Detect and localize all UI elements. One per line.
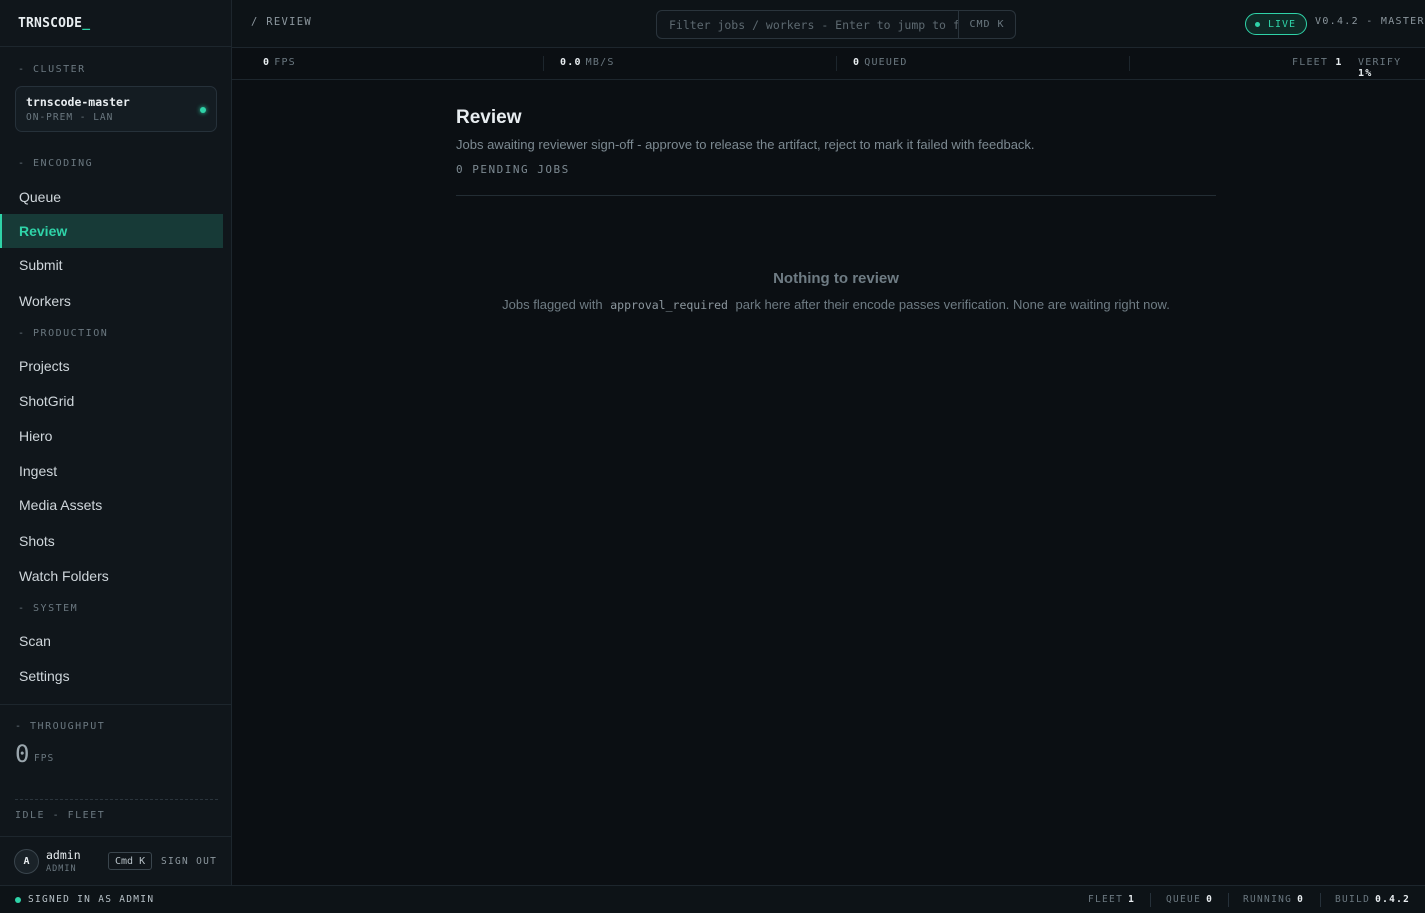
- cluster-location: ON-PREM - LAN: [26, 112, 114, 123]
- sidebar-item-queue[interactable]: Queue: [0, 180, 223, 214]
- content-divider: [456, 195, 1216, 196]
- empty-text-before: Jobs flagged with: [502, 297, 603, 312]
- sidebar-item-label: Queue: [19, 189, 62, 205]
- cluster-name: trnscode-master: [26, 95, 130, 109]
- stat-fps: 0 FPS: [263, 57, 296, 68]
- user-role: ADMIN: [46, 864, 77, 874]
- signed-in-dot-icon: [15, 897, 21, 903]
- stat-mbps: 0.0 MB/S: [560, 57, 615, 68]
- cluster-selector[interactable]: trnscode-master ON-PREM - LAN: [15, 86, 217, 132]
- stat-verify: VERIFY 1%: [1358, 57, 1402, 79]
- command-palette-shortcut[interactable]: Cmd K: [108, 852, 153, 870]
- stat-fleet: FLEET 1: [1292, 57, 1343, 68]
- stat-queued: 0 QUEUED: [853, 57, 908, 68]
- sidebar-item-media-assets[interactable]: Media Assets: [0, 488, 223, 522]
- footer-running: RUNNING 0: [1243, 894, 1305, 905]
- stat-divider: [1129, 56, 1130, 71]
- sidebar-item-workers[interactable]: Workers: [0, 284, 223, 318]
- sidebar-item-submit[interactable]: Submit: [0, 248, 223, 282]
- top-bar: / REVIEW CMD K LIVE V0.4.2 - MASTER: [232, 0, 1425, 48]
- pending-count: 0 PENDING JOBS: [456, 163, 570, 176]
- status-bar: SIGNED IN AS ADMIN FLEET 1 QUEUE 0 RUNNING…: [0, 885, 1425, 913]
- fleet-status: IDLE - FLEET: [15, 810, 106, 821]
- breadcrumb: / REVIEW: [251, 16, 312, 28]
- sidebar-item-label: Hiero: [19, 428, 53, 444]
- user-panel: A admin ADMIN Cmd K SIGN OUT: [0, 836, 231, 885]
- throughput-unit: FPS: [34, 753, 55, 764]
- search-shortcut: CMD K: [958, 11, 1015, 38]
- cluster-status-dot-icon: [200, 107, 206, 113]
- sidebar-item-shots[interactable]: Shots: [0, 524, 223, 558]
- signed-in-status: SIGNED IN AS ADMIN: [28, 894, 155, 905]
- user-name: admin: [46, 848, 81, 862]
- section-cluster-label: - CLUSTER: [18, 64, 86, 75]
- sidebar-item-projects[interactable]: Projects: [0, 349, 223, 383]
- sidebar-item-label: ShotGrid: [19, 393, 75, 409]
- footer-fleet: FLEET 1: [1088, 894, 1136, 905]
- sidebar-item-scan[interactable]: Scan: [0, 624, 223, 658]
- sidebar-item-review[interactable]: Review: [0, 214, 223, 248]
- version-label: V0.4.2 - MASTER: [1315, 16, 1425, 27]
- page-description: Jobs awaiting reviewer sign-off - approv…: [456, 137, 1035, 152]
- stat-divider: [836, 56, 837, 71]
- sidebar-item-label: Workers: [19, 293, 71, 309]
- sign-out-button[interactable]: SIGN OUT: [161, 856, 217, 867]
- sidebar-item-label: Scan: [19, 633, 51, 649]
- brand-logo[interactable]: TRNSCODE _: [0, 0, 231, 47]
- page-title: Review: [456, 107, 522, 128]
- sidebar-item-label: Shots: [19, 533, 55, 549]
- live-dot-icon: [1255, 22, 1260, 27]
- empty-code: approval_required: [610, 298, 728, 312]
- section-system-label: - SYSTEM: [18, 603, 79, 614]
- sidebar-item-shotgrid[interactable]: ShotGrid: [0, 384, 223, 418]
- footer-divider: [1320, 893, 1321, 907]
- sidebar-item-watch-folders[interactable]: Watch Folders: [0, 559, 223, 593]
- search-input[interactable]: [657, 11, 958, 38]
- sidebar: TRNSCODE _ - CLUSTER trnscode-master ON-P…: [0, 0, 232, 885]
- section-production-label: - PRODUCTION: [18, 328, 109, 339]
- empty-text-after: park here after their encode passes veri…: [735, 297, 1170, 312]
- sidebar-item-label: Watch Folders: [19, 568, 109, 584]
- section-encoding-label: - ENCODING: [18, 158, 94, 169]
- throughput-divider: [15, 799, 218, 800]
- live-status-badge: LIVE: [1245, 13, 1308, 35]
- footer-divider: [1228, 893, 1229, 907]
- brand-name: TRNSCODE: [18, 15, 83, 31]
- sidebar-item-label: Ingest: [19, 463, 58, 479]
- footer-queue: QUEUE 0: [1166, 894, 1214, 905]
- sidebar-item-ingest[interactable]: Ingest: [0, 454, 223, 488]
- live-label: LIVE: [1268, 18, 1297, 30]
- empty-state-description: Jobs flagged with approval_required park…: [456, 297, 1216, 312]
- throughput-label: - THROUGHPUT: [15, 721, 106, 732]
- brand-cursor: _: [82, 15, 91, 31]
- sidebar-item-label: Settings: [19, 668, 70, 684]
- sidebar-item-label: Submit: [19, 257, 63, 273]
- sidebar-divider: [0, 704, 231, 705]
- stat-divider: [543, 56, 544, 71]
- footer-build: BUILD 0.4.2: [1335, 894, 1411, 905]
- sidebar-item-settings[interactable]: Settings: [0, 659, 223, 693]
- sidebar-item-label: Media Assets: [19, 497, 103, 513]
- throughput-value: 0: [15, 740, 30, 768]
- sidebar-item-hiero[interactable]: Hiero: [0, 419, 223, 453]
- stats-strip: 0 FPS 0.0 MB/S 0 QUEUED FLEET 1 VERIFY 1%: [232, 48, 1425, 80]
- empty-state-title: Nothing to review: [773, 270, 899, 287]
- sidebar-item-label: Review: [19, 223, 68, 239]
- avatar[interactable]: A: [14, 849, 39, 874]
- sidebar-item-label: Projects: [19, 358, 70, 374]
- search-box: CMD K: [656, 10, 1016, 39]
- footer-divider: [1150, 893, 1151, 907]
